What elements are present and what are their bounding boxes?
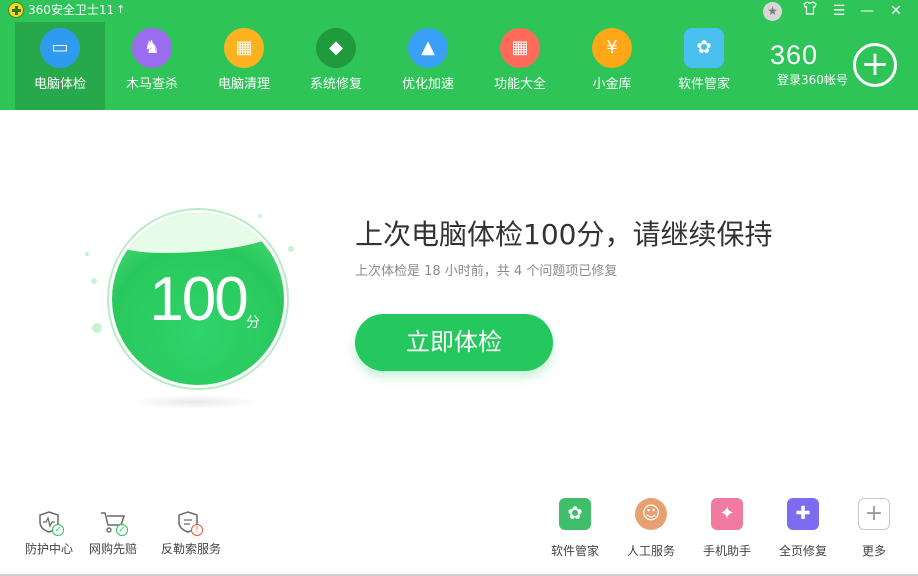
more-button[interactable]: + 更多 [836, 498, 912, 560]
checkup-summary: 上次体检是 18 小时前，共 4 个问题项已修复 [355, 264, 618, 279]
bottom-right-label: 更多 [861, 544, 886, 558]
bottom-left-label: 防护中心 [24, 542, 73, 556]
app-title: 360安全卫士11 [28, 3, 115, 17]
header: 360安全卫士11 ↑ ★ ☰ — ✕ ▭ 电脑体检 ♞ 木马查杀 ▦ 电脑清理… [0, 0, 918, 110]
nav-item-vault[interactable]: ¥ 小金库 [567, 22, 657, 110]
shield-icon: ◆ [316, 28, 356, 68]
minimize-icon[interactable]: — [857, 1, 877, 21]
grid-icon: ▦ [500, 28, 540, 68]
upgrade-arrow-icon[interactable]: ↑ [116, 3, 125, 17]
bottom-right-label: 全页修复 [778, 544, 827, 558]
check-badge-icon: ✓ [116, 524, 128, 536]
nav-label: 小金库 [592, 77, 632, 92]
score-shadow [130, 395, 260, 409]
software-manager-button[interactable]: ✿ 软件管家 [537, 498, 613, 560]
nav-label: 软件管家 [677, 77, 730, 92]
skin-icon[interactable] [800, 1, 820, 21]
nav-item-system-repair[interactable]: ◆ 系统修复 [291, 22, 381, 110]
star-icon[interactable]: ★ [763, 2, 782, 21]
bottom-right-label: 软件管家 [550, 544, 599, 558]
nav-item-software-manager[interactable]: ✿ 软件管家 [659, 22, 749, 110]
nav-item-trojan-scan[interactable]: ♞ 木马查杀 [107, 22, 197, 110]
close-icon[interactable]: ✕ [886, 1, 906, 21]
score-unit: 分 [246, 315, 260, 331]
app-logo-icon [8, 2, 24, 18]
software-manager-icon: ✿ [559, 498, 591, 530]
add-account-plus-icon[interactable]: + [853, 43, 897, 87]
decor-dot [85, 252, 89, 256]
page-repair-button[interactable]: ✚ 全页修复 [765, 498, 841, 560]
warning-badge-icon: ! [191, 524, 203, 536]
decor-dot [91, 278, 97, 284]
bottom-right-label: 手机助手 [702, 544, 751, 558]
checkup-headline: 上次电脑体检100分，请继续保持 [355, 218, 773, 251]
phone-assistant-button[interactable]: ✦ 手机助手 [689, 498, 765, 560]
more-icon: + [858, 498, 890, 530]
app-store-icon: ✿ [684, 28, 724, 68]
customer-service-button[interactable]: ☺ 人工服务 [613, 498, 689, 560]
money-bag-icon: ¥ [592, 28, 632, 68]
nav-item-pc-cleanup[interactable]: ▦ 电脑清理 [199, 22, 289, 110]
menu-icon[interactable]: ☰ [829, 1, 849, 21]
horse-icon: ♞ [132, 28, 172, 68]
protection-center-button[interactable]: ✓ 防护中心 [14, 510, 84, 560]
nav-label: 木马查杀 [125, 77, 178, 92]
shopping-compensation-button[interactable]: ✓ 网购先赔 [78, 510, 148, 560]
bottom-left-label: 反勒索服务 [160, 542, 221, 556]
nav-label: 电脑清理 [217, 77, 270, 92]
repair-icon: ✚ [787, 498, 819, 530]
brand-360-logo: 360 [770, 40, 819, 70]
score-circle: 100 分 [112, 213, 284, 385]
anti-ransom-button[interactable]: ! 反勒索服务 [151, 510, 231, 560]
score-gauge: 100 分 [80, 190, 300, 420]
nav-item-pc-checkup[interactable]: ▭ 电脑体检 [15, 22, 105, 110]
nav-item-all-features[interactable]: ▦ 功能大全 [475, 22, 565, 110]
nav-label: 系统修复 [309, 77, 362, 92]
decor-dot [288, 246, 294, 252]
start-checkup-button[interactable]: 立即体检 [355, 314, 553, 371]
rocket-icon: ▲ [408, 28, 448, 68]
broom-icon: ▦ [224, 28, 264, 68]
nav-label: 功能大全 [493, 77, 546, 92]
nav-item-speedup[interactable]: ▲ 优化加速 [383, 22, 473, 110]
login-link[interactable]: 登录360帐号 [777, 73, 848, 87]
monitor-icon: ▭ [40, 28, 80, 68]
title-bar: 360安全卫士11 ↑ ★ ☰ — ✕ [0, 0, 918, 22]
decor-dot [92, 323, 102, 333]
customer-service-icon: ☺ [635, 498, 667, 530]
phone-assistant-icon: ✦ [711, 498, 743, 530]
check-badge-icon: ✓ [52, 524, 64, 536]
bottom-left-label: 网购先赔 [88, 542, 137, 556]
nav-label: 电脑体检 [33, 77, 86, 92]
nav-label: 优化加速 [401, 77, 454, 92]
bottom-right-label: 人工服务 [626, 544, 675, 558]
